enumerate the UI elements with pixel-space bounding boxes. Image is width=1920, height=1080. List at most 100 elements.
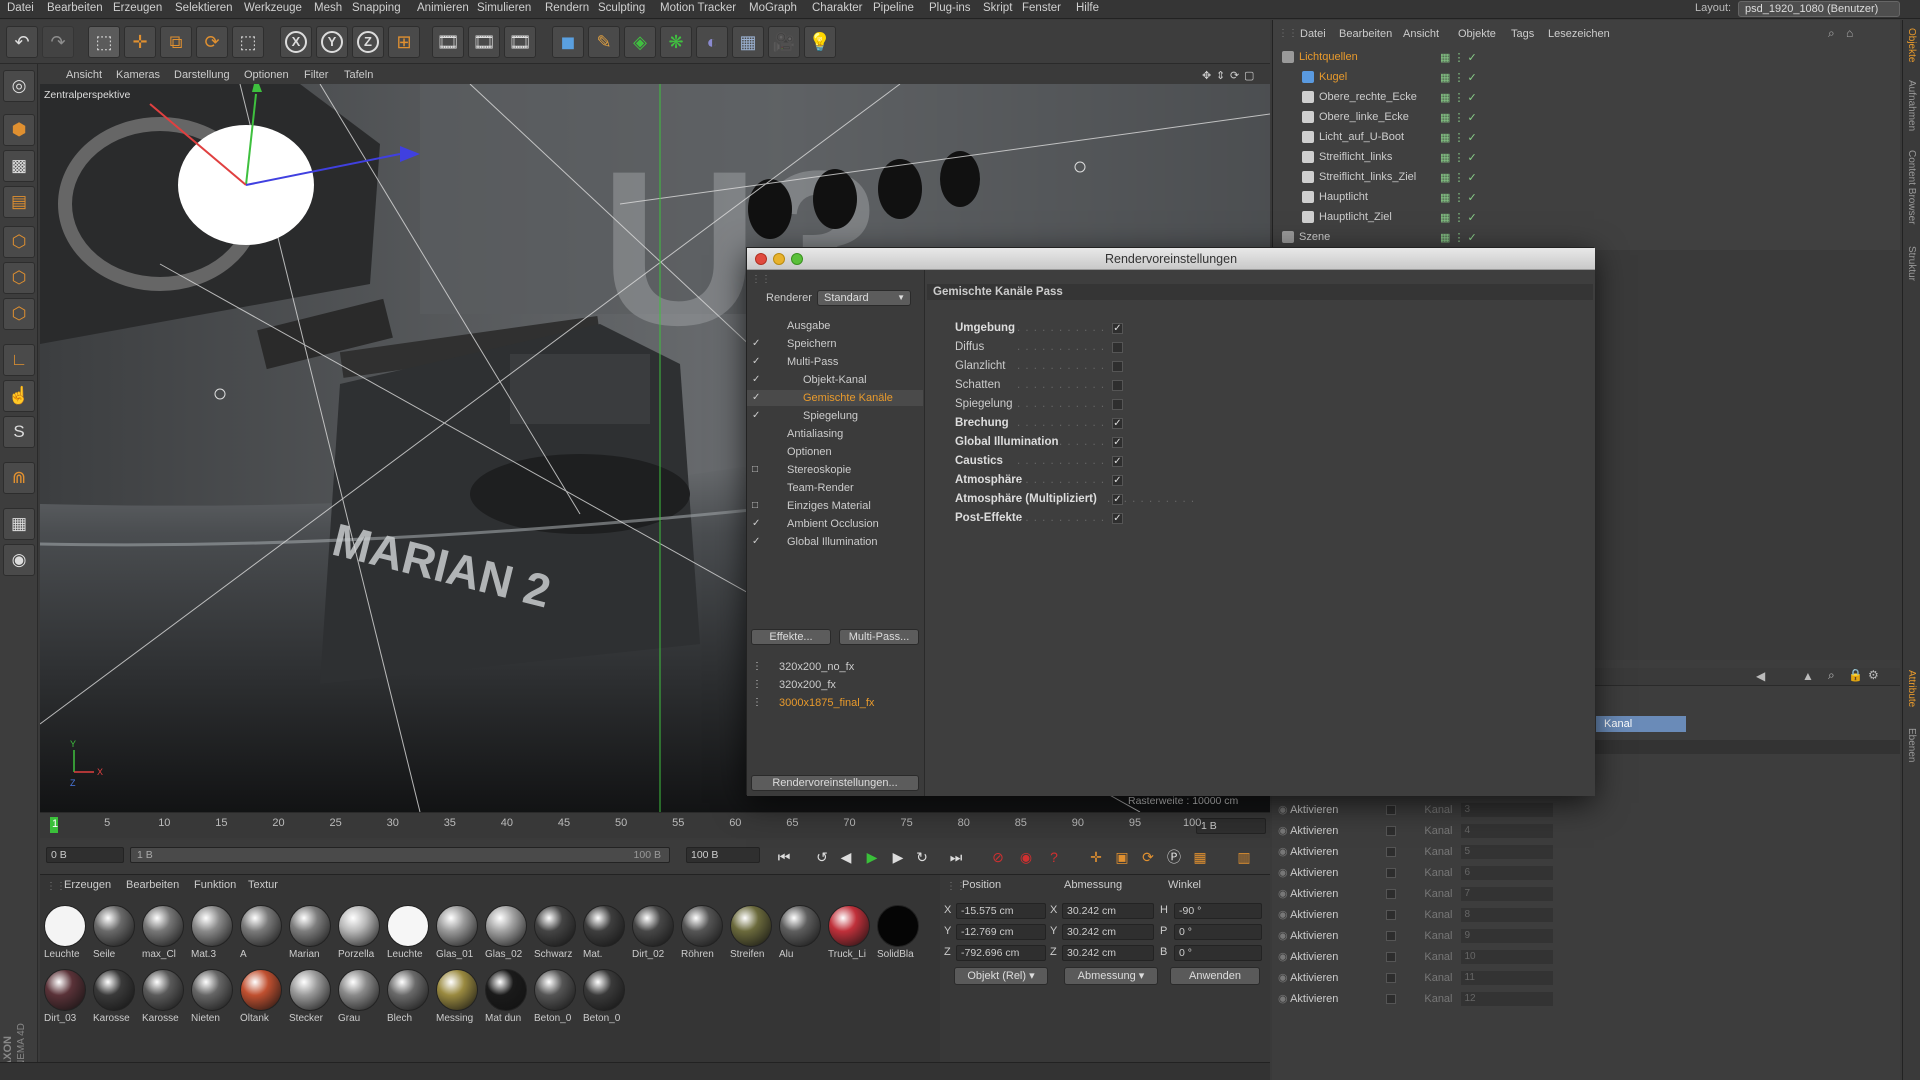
move-view-icon[interactable]: ✥	[1202, 69, 1211, 82]
tree-checkbox[interactable]	[752, 321, 762, 331]
z-axis-lock-icon[interactable]: Z	[352, 26, 384, 58]
object-menu-1[interactable]: Bearbeiten	[1339, 28, 1392, 40]
magnet-icon[interactable]: ⋒	[3, 462, 35, 494]
pass-property-checkbox[interactable]: ✓	[1112, 323, 1123, 334]
polygons-mode-icon[interactable]: ⬡	[3, 298, 35, 330]
material-swatch[interactable]: Dirt_02	[630, 903, 676, 963]
object-menu-4[interactable]: Tags	[1511, 28, 1534, 40]
menu-15[interactable]: Plug-ins	[929, 2, 971, 14]
settings-tree-item[interactable]: ✓ Speichern	[747, 336, 923, 352]
position-field[interactable]: -12.769 cm	[956, 924, 1046, 940]
next-frame-icon[interactable]: ▶	[886, 847, 910, 867]
aktivieren-checkbox[interactable]	[1386, 889, 1397, 900]
key-parameter-icon[interactable]: Ⓟ	[1162, 847, 1186, 867]
axis-mode-icon[interactable]: ∟	[3, 344, 35, 376]
cube-object-icon[interactable]: ◼	[552, 26, 584, 58]
side-tab-0[interactable]: Objekte	[1906, 28, 1917, 62]
settings-tree-item[interactable]: Optionen	[747, 444, 923, 460]
viewport-menu-5[interactable]: Tafeln	[344, 69, 373, 81]
aktivieren-checkbox[interactable]	[1386, 994, 1397, 1005]
size-field[interactable]: 30.242 cm	[1062, 924, 1154, 940]
renderer-select[interactable]: Standard ▼	[817, 290, 911, 306]
menu-8[interactable]: Simulieren	[477, 2, 531, 14]
tree-checkbox[interactable]	[752, 483, 762, 493]
pen-spline-icon[interactable]: ✎	[588, 26, 620, 58]
model-mode-icon[interactable]: ⬢	[3, 114, 35, 146]
close-icon[interactable]	[755, 253, 767, 265]
material-swatch[interactable]: Streifen	[728, 903, 774, 963]
maximize-icon[interactable]	[791, 253, 803, 265]
size-field[interactable]: 30.242 cm	[1062, 903, 1154, 919]
search-icon[interactable]: ⌕	[1828, 668, 1835, 683]
make-editable-icon[interactable]: ◎	[3, 70, 35, 102]
material-swatch[interactable]: max_Cl	[140, 903, 186, 963]
visibility-toggles[interactable]: ▦ ⋮ ✓	[1440, 211, 1477, 224]
material-swatch[interactable]: Truck_Li	[826, 903, 872, 963]
x-axis-lock-icon[interactable]: X	[280, 26, 312, 58]
kanal-value-field[interactable]: 11	[1460, 971, 1553, 986]
settings-tree-item[interactable]: ✓ Spiegelung	[747, 408, 923, 424]
settings-tree-item[interactable]: Team-Render	[747, 480, 923, 496]
menu-4[interactable]: Werkzeuge	[244, 2, 302, 14]
redo-icon[interactable]: ↷	[42, 26, 74, 58]
aktivieren-checkbox[interactable]	[1386, 931, 1397, 942]
tree-checkbox[interactable]	[752, 429, 762, 439]
autokey-icon[interactable]: ◉	[1014, 847, 1038, 867]
viewport-menu-4[interactable]: Filter	[304, 69, 328, 81]
visibility-toggles[interactable]: ▦ ⋮ ✓	[1440, 151, 1477, 164]
viewport-menu-2[interactable]: Darstellung	[174, 69, 230, 81]
material-swatch[interactable]: Röhren	[679, 903, 725, 963]
material-menu-2[interactable]: Funktion	[194, 879, 236, 891]
loop-back-icon[interactable]: ↺	[810, 847, 834, 867]
play-icon[interactable]: ▶	[860, 847, 884, 867]
material-swatch[interactable]: Marian	[287, 903, 333, 963]
object-menu-3[interactable]: Objekte	[1458, 28, 1496, 40]
tree-checkbox[interactable]: ✓	[752, 393, 762, 403]
position-field[interactable]: -15.575 cm	[956, 903, 1046, 919]
maximize-view-icon[interactable]: ▢	[1244, 69, 1254, 82]
render-settings-icon[interactable]: 🎞	[504, 26, 536, 58]
select-tool-icon[interactable]: ⬚	[88, 26, 120, 58]
undo-icon[interactable]: ↶	[6, 26, 38, 58]
menu-16[interactable]: Skript	[983, 2, 1012, 14]
tree-checkbox[interactable]: ✓	[752, 537, 762, 547]
rotate-tool-icon[interactable]: ⟳	[196, 26, 228, 58]
visibility-toggles[interactable]: ▦ ⋮ ✓	[1440, 231, 1477, 244]
kanal-value-field[interactable]: 7	[1460, 887, 1553, 902]
settings-tree-item[interactable]: Ausgabe	[747, 318, 923, 334]
loop-icon[interactable]: ↻	[910, 847, 934, 867]
render-view-icon[interactable]: 🎞	[432, 26, 464, 58]
pass-property-checkbox[interactable]: ✓	[1112, 475, 1123, 486]
material-swatch[interactable]: Karosse	[91, 967, 137, 1027]
settings-tree-item[interactable]: ✓ Ambient Occlusion	[747, 516, 923, 532]
material-swatch[interactable]: Glas_02	[483, 903, 529, 963]
keyframe-selection-icon[interactable]: ?	[1042, 847, 1066, 867]
size-field[interactable]: 30.242 cm	[1062, 945, 1154, 961]
floor-icon[interactable]: ▦	[732, 26, 764, 58]
solo-icon[interactable]: ◉	[3, 544, 35, 576]
key-pla-icon[interactable]: ▦	[1188, 847, 1212, 867]
previous-frame-icon[interactable]: ◀	[834, 847, 858, 867]
material-swatch[interactable]: Alu	[777, 903, 823, 963]
object-row[interactable]: Lichtquellen	[1282, 51, 1462, 69]
tweak-mode-icon[interactable]: ☝	[3, 380, 35, 412]
position-field[interactable]: -792.696 cm	[956, 945, 1046, 961]
settings-tree-item[interactable]: ✓ Gemischte Kanäle	[747, 390, 923, 406]
back-arrow-icon[interactable]: ◀	[1756, 669, 1765, 683]
pass-property-checkbox[interactable]: ✓	[1112, 437, 1123, 448]
tree-checkbox[interactable]: ✓	[752, 357, 762, 367]
kanal-value-field[interactable]: 5	[1460, 845, 1553, 860]
kanal-value-field[interactable]: 3	[1460, 803, 1553, 818]
search-icon[interactable]: ⌕	[1828, 26, 1835, 41]
scale-tool-icon[interactable]: ⧉	[160, 26, 192, 58]
viewport-menu-1[interactable]: Kameras	[116, 69, 160, 81]
aktivieren-checkbox[interactable]	[1386, 910, 1397, 921]
edges-mode-icon[interactable]: ⬡	[3, 262, 35, 294]
workplane-icon[interactable]: ▤	[3, 186, 35, 218]
menu-0[interactable]: Datei	[7, 2, 34, 14]
material-swatch[interactable]: Karosse	[140, 967, 186, 1027]
material-menu-0[interactable]: Erzeugen	[64, 879, 111, 891]
material-swatch[interactable]: Messing	[434, 967, 480, 1027]
pass-property-checkbox[interactable]	[1112, 361, 1123, 372]
render-preset-item[interactable]: ⋮ 320x200_fx	[747, 677, 923, 693]
